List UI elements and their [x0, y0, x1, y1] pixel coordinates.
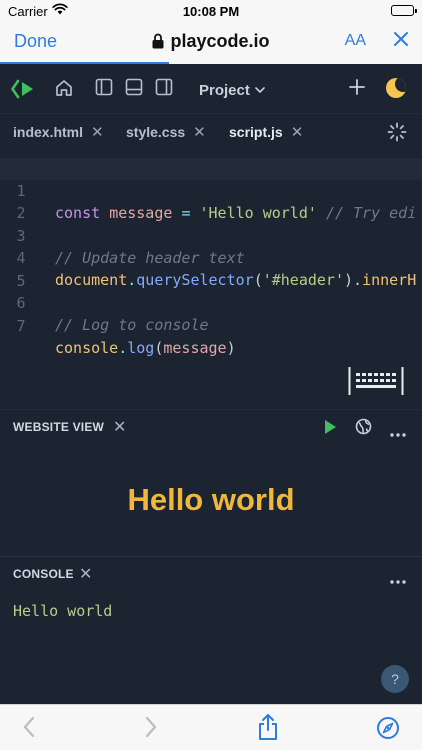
website-view-panel: WEBSITE VIEW ✕ Hello world [0, 409, 422, 556]
tab-label: style.css [126, 124, 186, 140]
line-number: 7 [16, 317, 26, 335]
close-tab-icon[interactable]: ✕ [291, 124, 304, 141]
forward-icon[interactable] [144, 716, 158, 743]
code-line: 4 document.querySelector('#header').inne… [0, 225, 422, 289]
close-website-view-icon[interactable]: ✕ [113, 417, 126, 437]
website-view-title: WEBSITE VIEW [13, 420, 105, 434]
safari-bar: Done playcode.io AA [0, 22, 422, 64]
preview-heading: Hello world [127, 482, 295, 517]
playcode-logo-icon[interactable] [11, 78, 37, 105]
code-line: 1 const message = 'Hello world' // Try e… [0, 158, 422, 222]
compass-icon[interactable] [376, 716, 400, 745]
project-label: Project [199, 82, 250, 99]
console-header: CONSOLE ✕ [0, 557, 422, 591]
tab-label: script.js [229, 124, 283, 140]
code-text: // Log to console [55, 316, 209, 334]
more-options-icon[interactable] [390, 424, 406, 442]
safari-bottom-toolbar [0, 704, 422, 750]
help-button[interactable]: ? [381, 665, 409, 693]
code-line: 6 // Log to console [0, 270, 422, 334]
tab-script-js[interactable]: script.js ✕ [229, 123, 303, 141]
play-icon[interactable] [323, 419, 337, 440]
tab-index-html[interactable]: index.html ✕ [13, 123, 104, 141]
close-tab-icon[interactable]: ✕ [91, 124, 104, 141]
status-bar: Carrier 10:08 PM [0, 0, 422, 22]
sidebar-right-icon[interactable] [155, 78, 173, 101]
website-view-header: WEBSITE VIEW ✕ [0, 410, 422, 444]
home-icon[interactable] [54, 78, 74, 103]
lock-icon [152, 33, 164, 54]
close-console-icon[interactable]: ✕ [79, 564, 92, 584]
file-tabs: index.html ✕ style.css ✕ script.js ✕ [0, 114, 422, 150]
playcode-app: Project index.html ✕ style.css ✕ script.js… [0, 64, 422, 704]
back-icon[interactable] [22, 716, 36, 743]
more-options-icon[interactable] [390, 571, 406, 589]
clock: 10:08 PM [182, 4, 240, 19]
add-icon[interactable] [348, 78, 366, 101]
battery-icon [391, 5, 417, 16]
globe-icon[interactable] [355, 418, 372, 440]
editor-toolbar: Project [0, 64, 422, 114]
code-line: 7 console.log(message) [0, 293, 422, 357]
tab-label: index.html [13, 124, 84, 140]
project-menu[interactable]: Project [199, 80, 265, 99]
code-line: 2 [0, 180, 422, 222]
code-line: 5 [0, 248, 422, 290]
chevron-down-icon [255, 80, 265, 97]
theme-toggle-moon-icon[interactable] [386, 78, 406, 98]
code-text: console.log(message) [55, 339, 236, 357]
text-size-button[interactable]: AA [345, 32, 366, 50]
panel-bottom-icon[interactable] [125, 78, 143, 101]
loading-spinner-icon [387, 122, 407, 147]
code-line: 3 // Update header text [0, 203, 422, 267]
url-text: playcode.io [170, 31, 270, 51]
console-output: Hello world [13, 602, 113, 620]
sidebar-left-icon[interactable] [95, 78, 113, 101]
keyboard-icon[interactable] [348, 364, 404, 403]
tab-style-css[interactable]: style.css ✕ [126, 123, 206, 141]
close-tab-icon[interactable]: ✕ [193, 124, 206, 141]
console-title: CONSOLE [13, 567, 74, 581]
console-panel: CONSOLE ✕ Hello world [0, 556, 422, 704]
share-icon[interactable] [257, 713, 279, 746]
close-icon[interactable] [392, 30, 410, 53]
